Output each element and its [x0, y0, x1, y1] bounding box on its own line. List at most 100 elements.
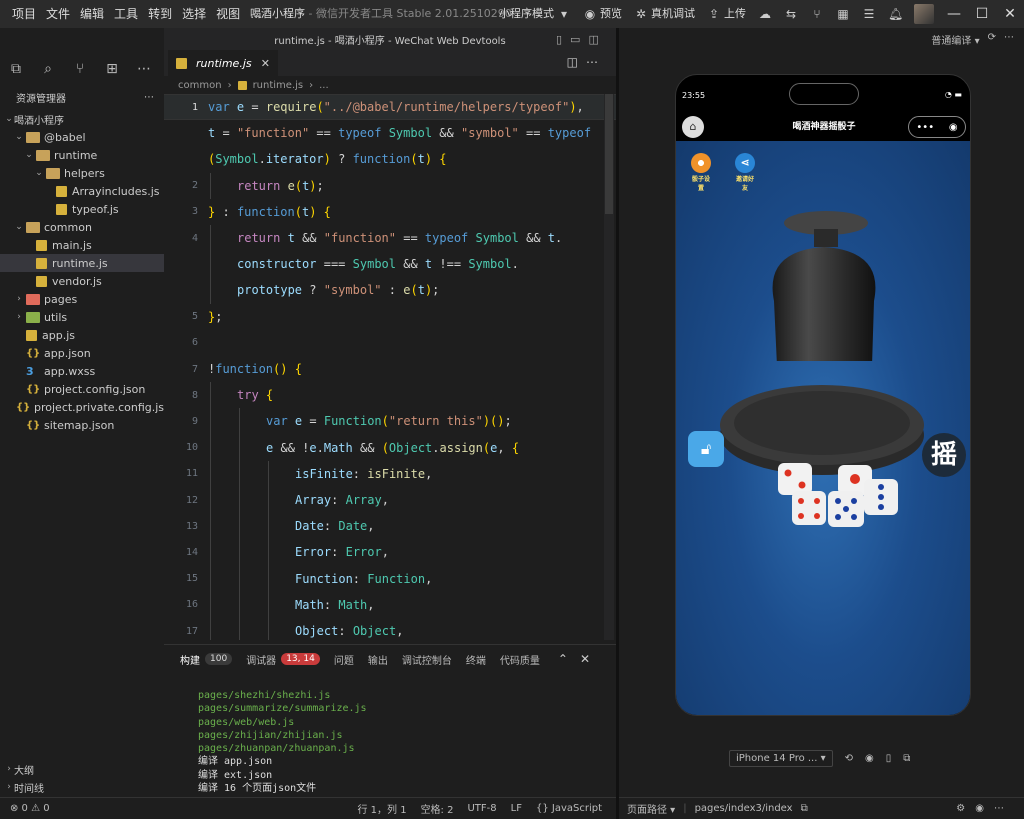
- dice-cup[interactable]: [734, 211, 914, 361]
- page-path-select[interactable]: 页面路径 ▾: [627, 801, 675, 816]
- sim-status-icons[interactable]: ⚙◉⋯: [956, 803, 1014, 814]
- refresh-icon[interactable]: ⟳: [988, 32, 996, 47]
- code-line[interactable]: constructor === Symbol && t !== Symbol.: [164, 251, 616, 278]
- tree-item[interactable]: {} project.private.config.js...: [0, 398, 164, 416]
- cloud-button[interactable]: ☁: [752, 0, 778, 28]
- tree-item[interactable]: main.js: [0, 236, 164, 254]
- more-icon[interactable]: ⋯: [144, 92, 154, 103]
- code-line[interactable]: 2 return e(t);: [164, 172, 616, 199]
- tree-item[interactable]: {} app.json: [0, 344, 164, 362]
- code-line[interactable]: (Symbol.iterator) ? function(t) {: [164, 146, 616, 172]
- swap-button[interactable]: ⇆: [778, 0, 804, 28]
- panel-controls[interactable]: ⌃✕: [558, 652, 602, 666]
- cursor-position[interactable]: 行 1，列 1: [357, 801, 406, 816]
- panel-tab[interactable]: 输出: [368, 652, 388, 667]
- code-editor[interactable]: 1 var e = require("../@babel/runtime/help…: [164, 94, 616, 640]
- project-root[interactable]: ⌄ 喝酒小程序: [0, 110, 164, 128]
- code-line[interactable]: 10 e && !e.Math && (Object.assign(e, {: [164, 434, 616, 461]
- breadcrumb-item[interactable]: ...: [319, 80, 329, 91]
- unlock-icon[interactable]: 🔓︎: [688, 431, 724, 467]
- preview-button[interactable]: ◉ 预览: [577, 0, 628, 28]
- menu-item[interactable]: 项目: [8, 0, 42, 28]
- code-line[interactable]: 13 Date: Date,: [164, 513, 616, 540]
- tree-item[interactable]: {} sitemap.json: [0, 416, 164, 434]
- search-icon[interactable]: ⌕: [32, 61, 64, 77]
- close-circle-icon[interactable]: ◉: [949, 122, 958, 133]
- close-icon[interactable]: ✕: [996, 6, 1024, 22]
- tree-item[interactable]: typeof.js: [0, 200, 164, 218]
- panel-tab[interactable]: 构建 100: [180, 652, 233, 667]
- tab-actions[interactable]: ◫⋯: [567, 55, 606, 69]
- scrollbar-thumb[interactable]: [605, 94, 613, 214]
- code-line[interactable]: 5};: [164, 304, 616, 330]
- code-line[interactable]: 1 var e = require("../@babel/runtime/help…: [164, 94, 616, 120]
- code-line[interactable]: 7 !function() {: [164, 356, 616, 382]
- encoding[interactable]: UTF-8: [467, 803, 496, 814]
- tree-item[interactable]: 3 app.wxss: [0, 362, 164, 380]
- tree-item[interactable]: app.js: [0, 326, 164, 344]
- menu-item[interactable]: 工具: [110, 0, 144, 28]
- panel-tab[interactable]: 问题: [334, 652, 354, 667]
- tree-item[interactable]: Arrayincludes.js: [0, 182, 164, 200]
- language-mode[interactable]: {} JavaScript: [536, 803, 602, 814]
- tree-item[interactable]: ⌄ common: [0, 218, 164, 236]
- tree-item[interactable]: {} project.config.json: [0, 380, 164, 398]
- panel-layout-icons[interactable]: ▯▭◫: [556, 33, 607, 46]
- close-icon[interactable]: ✕: [261, 57, 270, 70]
- details-button[interactable]: ☰: [856, 0, 882, 28]
- maximize-icon[interactable]: ☐: [968, 6, 996, 22]
- window-icon[interactable]: ⧉: [903, 753, 910, 764]
- panel-tab[interactable]: 终端: [466, 652, 486, 667]
- upload-button[interactable]: ⇪ 上传: [701, 0, 752, 28]
- more-icon[interactable]: ⋯: [128, 61, 160, 77]
- line-ending[interactable]: LF: [511, 803, 522, 814]
- tree-item[interactable]: runtime.js: [0, 254, 164, 272]
- files-icon[interactable]: ⧉: [0, 61, 32, 77]
- code-line[interactable]: 9 var e = Function("return this")();: [164, 408, 616, 435]
- menu-item[interactable]: 文件: [42, 0, 76, 28]
- code-line[interactable]: 11 isFinite: isFinite,: [164, 460, 616, 487]
- menu-item[interactable]: 编辑: [76, 0, 110, 28]
- code-line[interactable]: t = "function" == typeof Symbol && "symb…: [164, 120, 616, 146]
- minimize-icon[interactable]: —: [940, 6, 968, 22]
- compile-mode-select[interactable]: 普通编译 ▾: [931, 32, 979, 47]
- tree-item[interactable]: vendor.js: [0, 272, 164, 290]
- dice-settings-button[interactable]: 骰子设置: [690, 153, 712, 192]
- code-line[interactable]: 14 Error: Error,: [164, 539, 616, 566]
- capsule-menu[interactable]: ••• ◉: [908, 116, 966, 138]
- extensions-icon[interactable]: ⊞: [96, 61, 128, 77]
- copy-icon[interactable]: ⧉: [801, 803, 808, 814]
- timeline-toggle[interactable]: › 时间线: [0, 778, 164, 796]
- code-line[interactable]: 15 Function: Function,: [164, 565, 616, 592]
- menu-item[interactable]: 视图: [212, 0, 246, 28]
- code-line[interactable]: 16 Math: Math,: [164, 591, 616, 618]
- code-line[interactable]: 12 Array: Array,: [164, 487, 616, 514]
- tree-item[interactable]: ⌄ runtime: [0, 146, 164, 164]
- panel-tab[interactable]: 代码质量: [500, 652, 540, 667]
- code-line[interactable]: 8 try {: [164, 382, 616, 409]
- notification-button[interactable]: 🔔︎: [882, 0, 908, 28]
- tree-item[interactable]: ⌄ @babel: [0, 128, 164, 146]
- code-line[interactable]: prototype ? "symbol" : e(t);: [164, 277, 616, 304]
- tree-item[interactable]: ⌄ helpers: [0, 164, 164, 182]
- breadcrumb-item[interactable]: common: [178, 80, 222, 91]
- source-control-icon[interactable]: ⑂: [64, 61, 96, 77]
- device-select[interactable]: iPhone 14 Pro ... ▾: [729, 750, 833, 767]
- shake-button[interactable]: 摇: [922, 433, 966, 477]
- avatar[interactable]: [914, 4, 934, 24]
- code-line[interactable]: 4 return t && "function" == typeof Symbol…: [164, 225, 616, 252]
- panel-tab[interactable]: 调试器 13, 14: [246, 652, 320, 667]
- real-debug-button[interactable]: ✲ 真机调试: [628, 0, 701, 28]
- menu-item[interactable]: 选择: [178, 0, 212, 28]
- tab-runtime-js[interactable]: runtime.js ✕: [168, 50, 278, 76]
- invite-friends-button[interactable]: ⋖ 邀请好友: [734, 153, 756, 192]
- tree-item[interactable]: › pages: [0, 290, 164, 308]
- editor-scrollbar[interactable]: [604, 94, 614, 640]
- indent-setting[interactable]: 空格: 2: [421, 801, 454, 816]
- problems-status[interactable]: ⊗ 0 ⚠ 0: [0, 797, 164, 819]
- home-icon[interactable]: ⌂: [682, 116, 704, 138]
- more-dots-icon[interactable]: •••: [916, 122, 934, 133]
- rotate-icon[interactable]: ⟲: [845, 753, 853, 764]
- record-icon[interactable]: ◉: [865, 753, 874, 764]
- outline-toggle[interactable]: › 大纲: [0, 760, 164, 778]
